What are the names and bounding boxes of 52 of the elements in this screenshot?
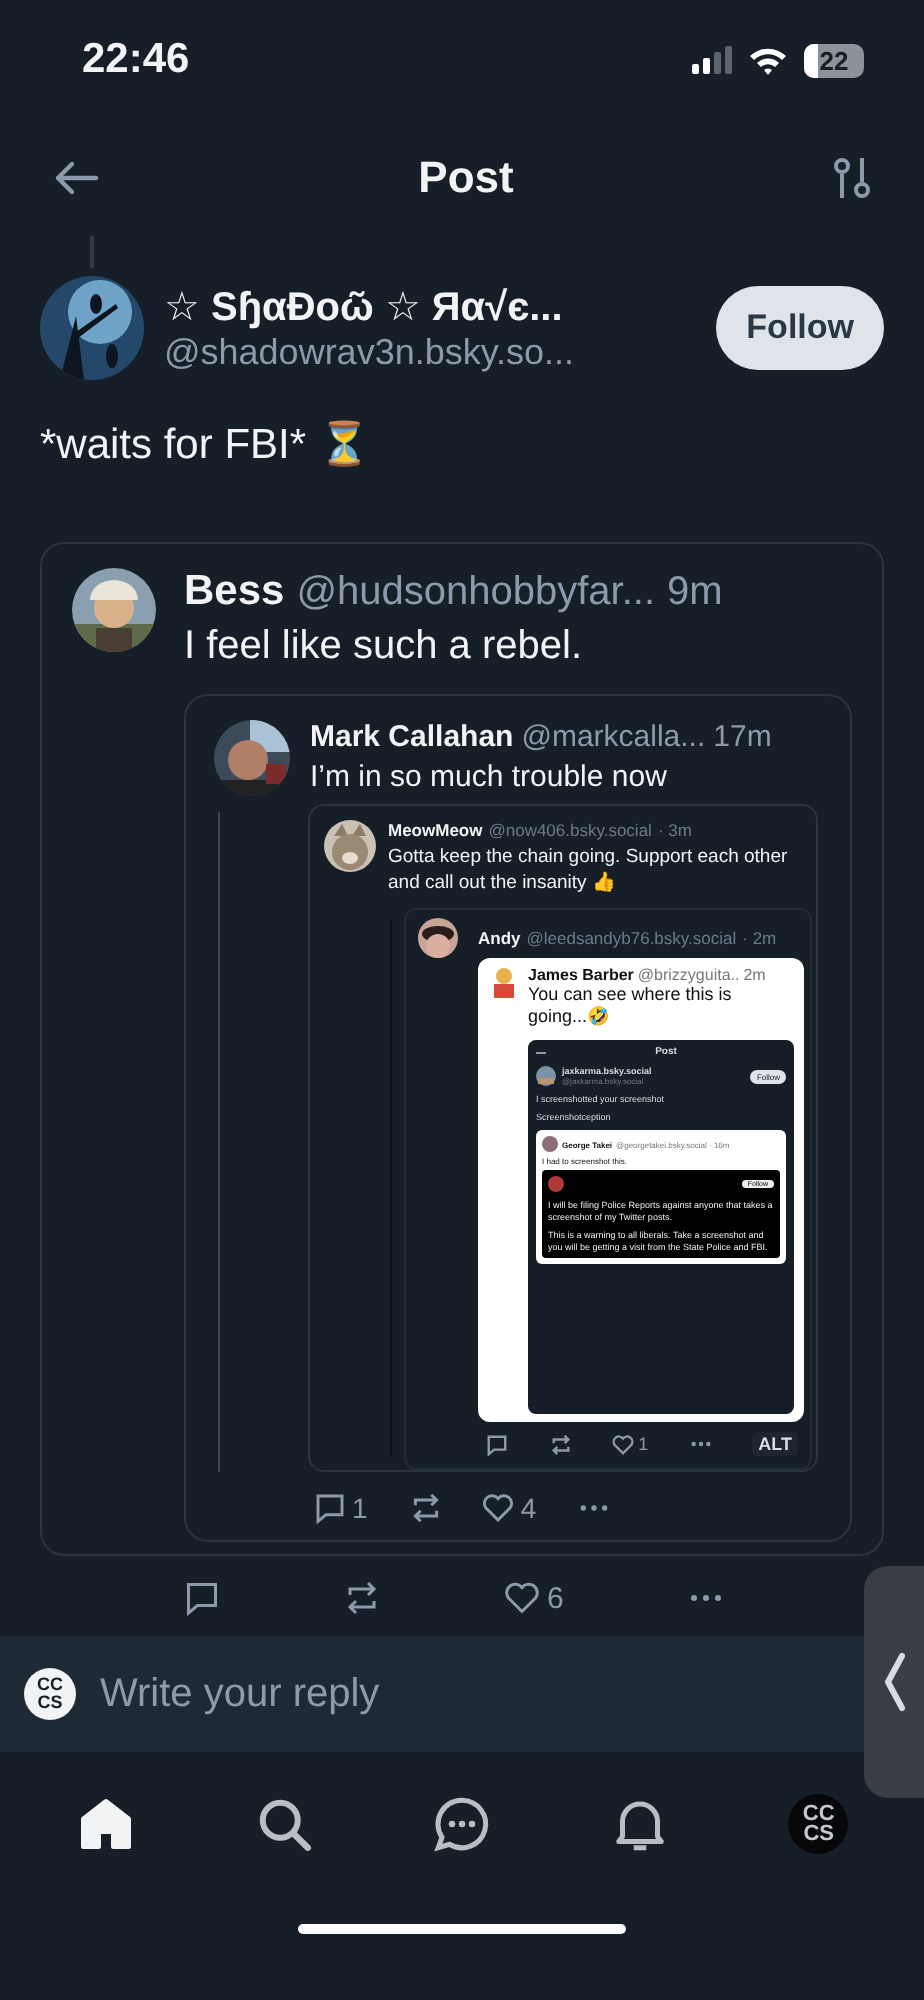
author-name[interactable]: Bess — [184, 568, 285, 616]
back-arrow-icon[interactable] — [52, 160, 100, 196]
more-action[interactable] — [688, 1592, 724, 1604]
author-handle[interactable]: @shadowrav3n.bsky.so... — [164, 332, 697, 374]
quote-card[interactable] — [308, 804, 818, 1472]
wifi-icon — [748, 45, 788, 75]
author-handle[interactable]: @now406.bsky.social — [488, 820, 652, 840]
like-action[interactable]: 4 — [482, 1492, 537, 1524]
post-text: I’m in so much trouble now — [310, 760, 669, 794]
like-action[interactable]: 6 — [504, 1580, 564, 1616]
post-time: 17m — [713, 720, 772, 754]
screenshot-image[interactable] — [478, 958, 804, 1422]
post-text: *waits for FBI* ⏳ — [38, 418, 372, 472]
signal-icon — [692, 46, 732, 74]
profile-avatar: CCCS — [24, 1668, 76, 1720]
side-panel-handle[interactable] — [864, 1566, 924, 1798]
post-time: · 3m — [657, 820, 692, 840]
reply-composer[interactable]: CCCS Write your reply — [0, 1636, 864, 1752]
follow-button[interactable]: Follow — [716, 286, 884, 370]
author-name[interactable]: Mark Callahan — [310, 720, 514, 754]
quote-card[interactable] — [184, 694, 852, 1542]
reply-action[interactable]: 1 — [314, 1492, 368, 1524]
post-text: Gotta keep the chain going. Support each other and call out the insanity 👍 — [388, 844, 790, 896]
reply-action[interactable] — [184, 1580, 220, 1616]
post-time: 9m — [667, 570, 723, 616]
post-time: · 2m — [742, 928, 777, 948]
alt-badge[interactable]: ALT — [752, 1432, 798, 1456]
author-name[interactable]: ☆ SɧαÐoῶ ☆ Яα√є... — [164, 282, 697, 332]
settings-sliders-icon[interactable] — [832, 154, 872, 202]
status-time: 22:46 — [82, 36, 190, 84]
quote-card[interactable] — [40, 542, 884, 1556]
page-title: Post — [418, 152, 514, 204]
author-handle: @brizzyguita.. — [637, 966, 740, 984]
more-action[interactable] — [577, 1502, 610, 1514]
repost-action[interactable] — [409, 1492, 442, 1524]
reply-action[interactable] — [486, 1433, 508, 1455]
author-handle[interactable]: @markcalla... — [521, 720, 706, 754]
repost-action[interactable] — [344, 1580, 381, 1616]
author-handle[interactable]: @hudsonhobbyfar... — [296, 570, 656, 616]
chat-bubble-icon — [431, 1794, 492, 1854]
post-text: You can see where this is going...🤣 — [528, 984, 734, 1028]
author-name: James Barber — [528, 966, 634, 984]
repost-action[interactable] — [549, 1433, 572, 1455]
author-handle[interactable]: @leedsandyb76.bsky.social — [526, 928, 737, 948]
post-text: I feel like such a rebel. — [184, 624, 584, 670]
reply-input[interactable]: Write your reply — [96, 1669, 840, 1719]
home-icon — [75, 1794, 136, 1854]
post-time: 2m — [743, 966, 766, 984]
author-name[interactable]: Andy — [478, 928, 521, 948]
author-name[interactable]: MeowMeow — [388, 820, 483, 840]
more-action[interactable] — [689, 1440, 712, 1448]
battery-icon: 22 — [804, 43, 864, 77]
